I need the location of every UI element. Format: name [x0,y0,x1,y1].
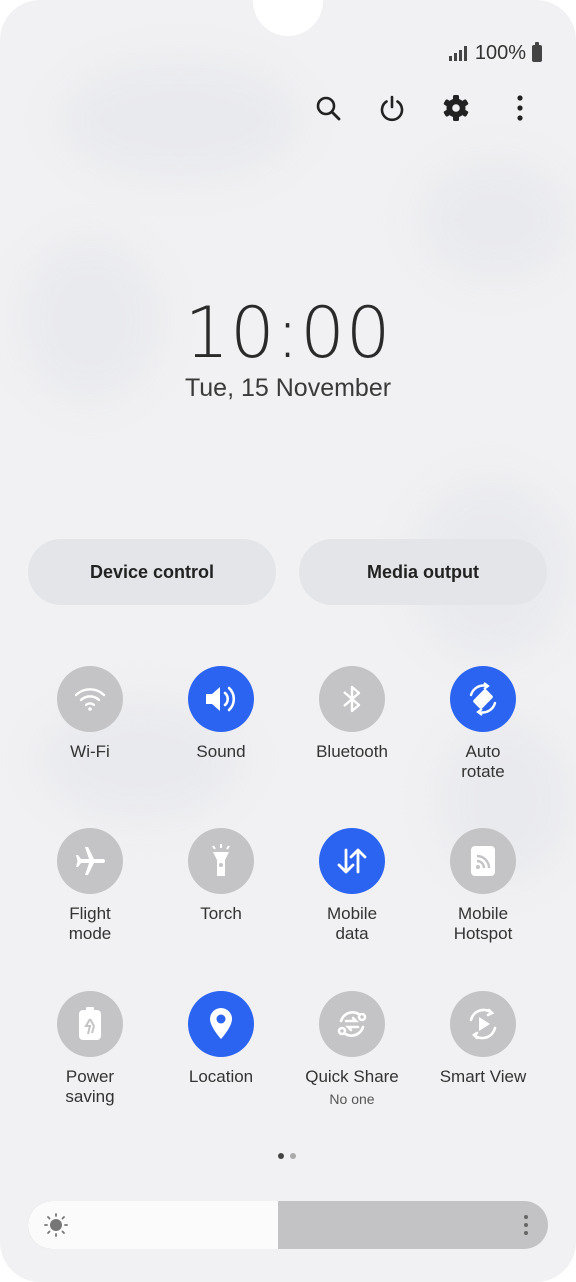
tile-label: Sound [196,742,246,761]
more-vert-icon[interactable] [502,90,538,126]
clock-date: Tue, 15 November [184,374,392,402]
clock-time: 10:00 [184,292,392,374]
more-vert-icon[interactable] [522,1213,532,1237]
tile-mobile-data[interactable]: Mobile data [292,828,412,944]
tile-label: Mobile Hotspot [453,904,513,943]
hotspot-icon [450,828,516,894]
tile-auto-rotate[interactable]: Auto rotate [423,666,543,782]
signal-icon [448,45,467,61]
device-control-button[interactable]: Device control [28,539,276,605]
tile-location[interactable]: Location [161,991,281,1087]
battery-icon [532,41,542,62]
tile-sublabel: No one [329,1091,375,1107]
tile-label: Mobile data [326,904,378,943]
bluetooth-icon [319,666,385,732]
quick-share-icon [319,991,385,1057]
page-dot-active [278,1153,284,1159]
tile-label: Flight mode [68,904,112,943]
wifi-icon [57,666,123,732]
tile-label: Torch [200,904,242,923]
panel-toolbar [310,90,538,126]
power-saving-icon [57,991,123,1057]
tile-mobile-hotspot[interactable]: Mobile Hotspot [423,828,543,944]
page-dot [290,1153,296,1159]
tile-label: Auto rotate [461,742,505,781]
torch-icon [188,828,254,894]
tile-label: Location [188,1067,254,1086]
tile-quick-share[interactable]: Quick Share No one [292,991,412,1107]
tile-label: Bluetooth [316,742,388,761]
tile-sound[interactable]: Sound [161,666,281,762]
tile-power-saving[interactable]: Power saving [30,991,150,1107]
tile-wifi[interactable]: Wi-Fi [30,666,150,762]
tile-label: Wi-Fi [70,742,110,761]
auto-rotate-icon [450,666,516,732]
tile-bluetooth[interactable]: Bluetooth [292,666,412,762]
quick-panel: 100% 10:00 Tue, 15 November Device contr… [0,0,576,1282]
search-icon[interactable] [310,90,346,126]
battery-percent: 100% [474,41,526,64]
brightness-sun-icon [44,1213,68,1237]
tile-torch[interactable]: Torch [161,828,281,924]
mobile-data-icon [319,828,385,894]
tile-label: Quick Share [305,1067,399,1086]
brightness-slider[interactable] [28,1201,548,1249]
tile-label: Power saving [65,1067,115,1106]
background-blur [420,160,570,280]
settings-icon[interactable] [438,90,474,126]
camera-notch [253,0,323,36]
smart-view-icon [450,991,516,1057]
page-indicator [278,1153,296,1159]
power-icon[interactable] [374,90,410,126]
tile-flight-mode[interactable]: Flight mode [30,828,150,944]
location-icon [188,991,254,1057]
status-bar: 100% [448,40,542,66]
airplane-icon [57,828,123,894]
tile-label: Smart View [439,1067,527,1086]
tile-smart-view[interactable]: Smart View [423,991,543,1087]
background-blur [60,60,300,180]
media-output-button[interactable]: Media output [299,539,547,605]
sound-icon [188,666,254,732]
